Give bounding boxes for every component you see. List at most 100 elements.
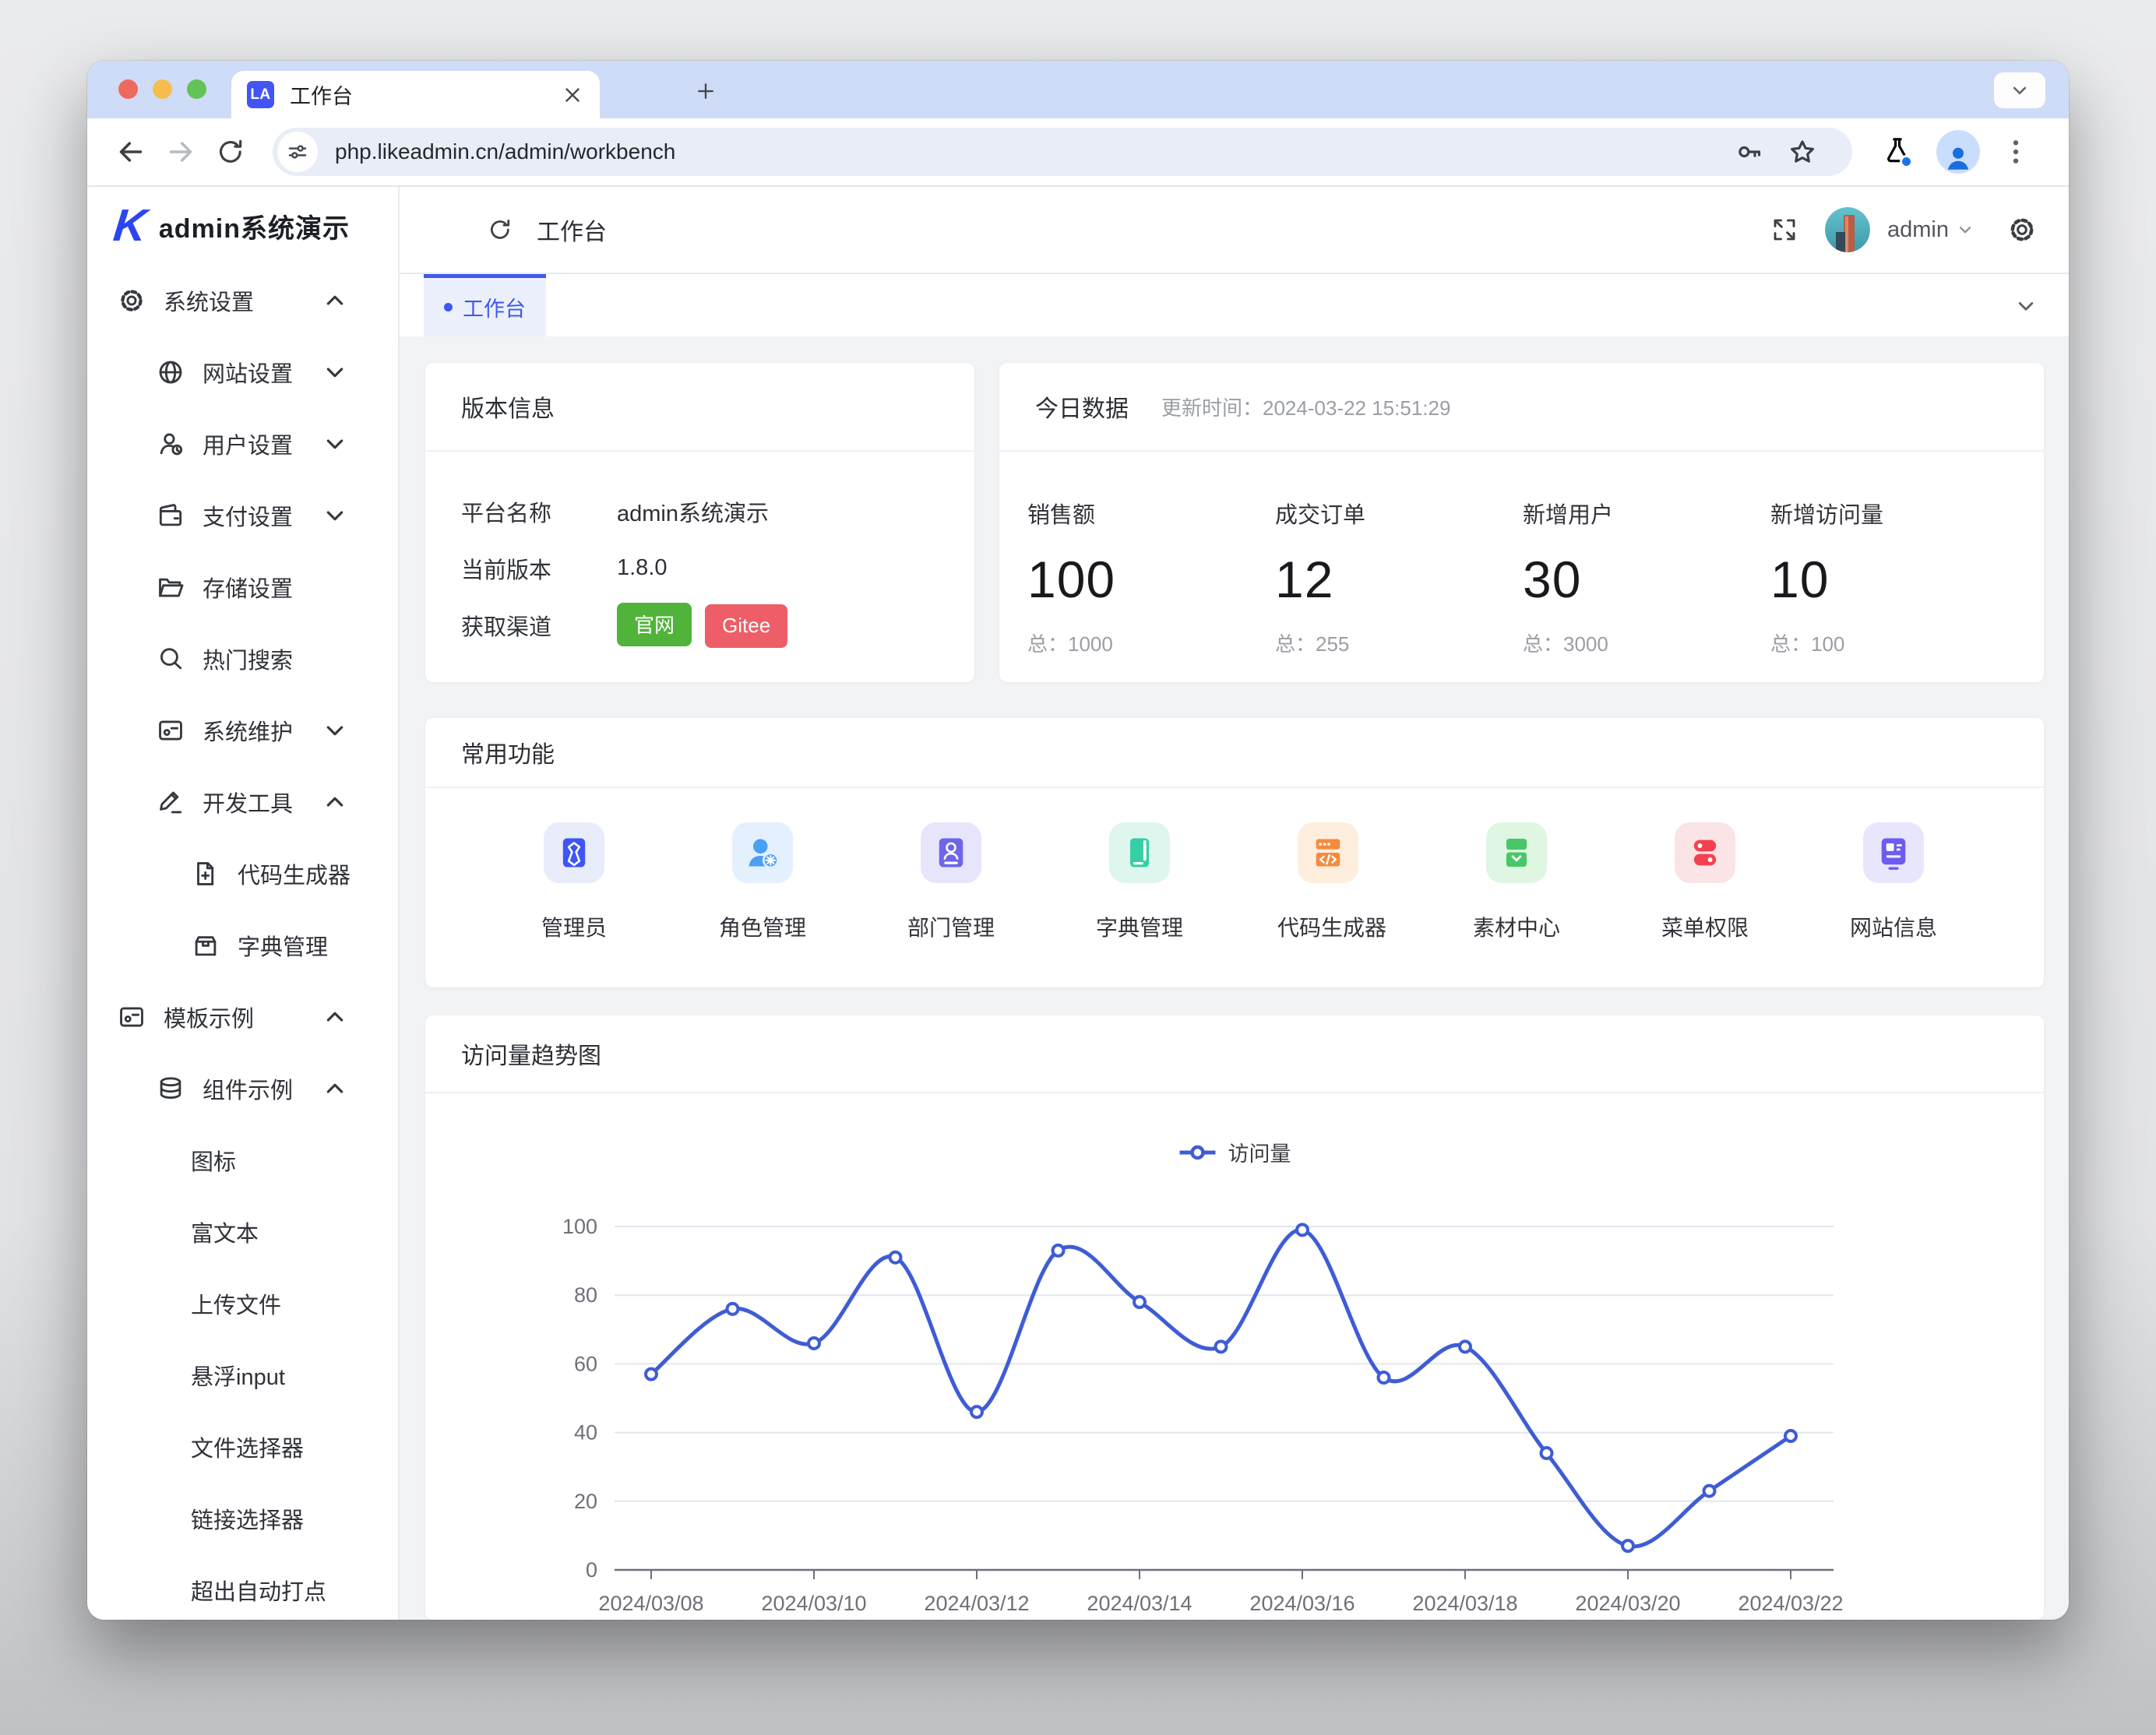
tab-close-icon[interactable] xyxy=(561,83,584,107)
feature-item[interactable]: 字典管理 xyxy=(1089,822,1190,942)
channel-row-label: 获取渠道 xyxy=(461,609,617,642)
template-icon xyxy=(117,1002,146,1032)
version-card-title: 版本信息 xyxy=(461,389,555,424)
browser-menu-icon[interactable] xyxy=(1999,135,2033,169)
sidebar-item[interactable]: 超出自动打点 xyxy=(87,1554,398,1620)
sidebar-item-label: 链接选择器 xyxy=(191,1502,304,1535)
feature-label: 管理员 xyxy=(523,911,625,942)
password-key-icon[interactable] xyxy=(1732,135,1767,169)
tab-search-button[interactable] xyxy=(1994,72,2045,108)
sidebar-item-label: 上传文件 xyxy=(191,1287,281,1320)
sidebar-item-label: 文件选择器 xyxy=(191,1431,304,1463)
url-text[interactable]: php.likeadmin.cn/admin/workbench xyxy=(335,139,1723,164)
user-menu-chevron-icon[interactable] xyxy=(1955,220,1975,240)
sidebar-item-label: 系统维护 xyxy=(203,714,293,747)
settings-gear-icon[interactable] xyxy=(2006,214,2038,245)
sidebar-item[interactable]: 网站设置 xyxy=(87,336,398,408)
feature-item[interactable]: 管理员 xyxy=(523,822,625,942)
stat-item: 成交订单12总：255 xyxy=(1275,497,1523,657)
chevron-up-icon xyxy=(320,787,350,817)
code-generator-icon xyxy=(1298,822,1358,883)
feature-item[interactable]: 代码生成器 xyxy=(1277,822,1379,942)
stat-total: 总：255 xyxy=(1275,628,1523,657)
fullscreen-icon[interactable] xyxy=(1770,216,1798,244)
svg-text:60: 60 xyxy=(574,1352,597,1375)
sidebar-item[interactable]: 悬浮input xyxy=(87,1339,398,1411)
package-icon xyxy=(191,931,220,960)
traffic-light-zoom[interactable] xyxy=(187,79,206,99)
address-bar[interactable]: php.likeadmin.cn/admin/workbench xyxy=(273,128,1852,176)
forward-icon[interactable] xyxy=(164,135,198,169)
stat-total: 总：1000 xyxy=(1027,628,1275,657)
site-info-icon xyxy=(1863,822,1924,883)
app-logo[interactable]: K admin系统演示 xyxy=(87,187,398,265)
chart-legend[interactable]: 访问量 xyxy=(1178,1137,1291,1167)
sidebar-item[interactable]: 开发工具 xyxy=(87,766,398,838)
tabs-more-chevron-icon[interactable] xyxy=(2013,293,2039,319)
doc-plus-icon xyxy=(191,859,220,889)
content-area: 版本信息 平台名称admin系统演示当前版本1.8.0 获取渠道官网 Gitee 今… xyxy=(400,336,2069,1620)
reload-icon[interactable] xyxy=(213,135,248,169)
username[interactable]: admin xyxy=(1887,217,1949,243)
sidebar-item[interactable]: 热门搜索 xyxy=(87,623,398,695)
feature-item[interactable]: 素材中心 xyxy=(1466,822,1567,942)
sidebar-item[interactable]: 组件示例 xyxy=(87,1053,398,1124)
version-info-card: 版本信息 平台名称admin系统演示当前版本1.8.0 获取渠道官网 Gitee xyxy=(425,363,974,682)
sidebar-item[interactable]: 存储设置 xyxy=(87,551,398,623)
sidebar-item[interactable]: 富文本 xyxy=(87,1196,398,1268)
browser-profile-button[interactable] xyxy=(1936,130,1980,174)
sidebar-item[interactable]: 代码生成器 xyxy=(87,838,398,910)
channel-button[interactable]: Gitee xyxy=(705,604,787,648)
version-row: 平台名称admin系统演示 xyxy=(461,483,939,540)
sidebar-item[interactable]: 上传文件 xyxy=(87,1268,398,1339)
sidebar-item-label: 组件示例 xyxy=(203,1072,293,1105)
traffic-light-minimize[interactable] xyxy=(153,79,172,99)
avatar[interactable] xyxy=(1825,207,1870,252)
sidebar-item[interactable]: 系统设置 xyxy=(87,265,398,336)
new-tab-icon[interactable] xyxy=(689,74,723,108)
channel-row: 获取渠道官网 Gitee xyxy=(461,597,939,653)
svg-text:2024/03/22: 2024/03/22 xyxy=(1738,1592,1843,1615)
experiments-button[interactable] xyxy=(1880,133,1915,171)
sidebar-item[interactable]: 支付设置 xyxy=(87,480,398,551)
sidebar-item[interactable]: 文件选择器 xyxy=(87,1411,398,1483)
app-header: 工作台 admin xyxy=(400,187,2069,273)
chevron-down-icon xyxy=(320,501,350,530)
sidebar-item[interactable]: 系统维护 xyxy=(87,695,398,766)
site-info-button[interactable] xyxy=(277,132,318,172)
common-functions-card: 常用功能 管理员角色管理部门管理字典管理代码生成器素材中心菜单权限网站信息 xyxy=(425,718,2044,987)
sidebar-item[interactable]: 模板示例 xyxy=(87,981,398,1053)
channel-button[interactable]: 官网 xyxy=(617,603,692,646)
role-manage-icon xyxy=(732,822,793,883)
version-row-value: 1.8.0 xyxy=(617,555,668,581)
today-data-card: 今日数据 更新时间：2024-03-22 15:51:29 销售额100总：10… xyxy=(999,363,2044,682)
svg-text:40: 40 xyxy=(574,1421,597,1445)
feature-item[interactable]: 部门管理 xyxy=(900,822,1002,942)
admin-badge-icon xyxy=(544,822,604,883)
sidebar-item-label: 代码生成器 xyxy=(238,857,351,890)
version-row-label: 当前版本 xyxy=(461,552,617,585)
svg-text:2024/03/08: 2024/03/08 xyxy=(598,1592,703,1615)
sidebar-item-label: 网站设置 xyxy=(203,356,293,389)
sidebar-item[interactable]: 用户设置 xyxy=(87,408,398,480)
active-tab-dot xyxy=(444,303,453,311)
sidebar-item[interactable]: 图标 xyxy=(87,1124,398,1196)
feature-item[interactable]: 角色管理 xyxy=(712,822,813,942)
svg-text:2024/03/20: 2024/03/20 xyxy=(1575,1592,1680,1615)
browser-tab[interactable]: LA 工作台 xyxy=(231,71,600,118)
bookmark-star-icon[interactable] xyxy=(1785,135,1820,169)
sidebar-item[interactable]: 字典管理 xyxy=(87,910,398,981)
back-icon[interactable] xyxy=(114,135,148,169)
version-row-label: 平台名称 xyxy=(461,495,617,528)
sidebar-item[interactable]: 链接选择器 xyxy=(87,1483,398,1554)
feature-item[interactable]: 菜单权限 xyxy=(1654,822,1756,942)
svg-text:0: 0 xyxy=(586,1558,597,1582)
tab-workbench[interactable]: 工作台 xyxy=(424,274,546,336)
feature-label: 角色管理 xyxy=(712,911,813,942)
traffic-light-close[interactable] xyxy=(118,79,138,99)
refresh-page-icon[interactable] xyxy=(487,216,513,243)
feature-item[interactable]: 网站信息 xyxy=(1843,822,1944,942)
today-card-title: 今日数据 xyxy=(1035,389,1129,424)
gear-icon xyxy=(117,286,146,315)
stat-item: 新增访问量10总：100 xyxy=(1770,497,2018,657)
